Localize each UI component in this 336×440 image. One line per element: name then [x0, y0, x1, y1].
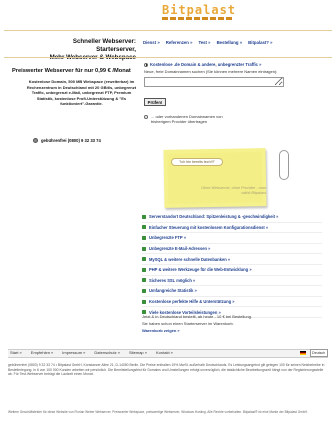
- footer-navigation: Start » Empfehlen » Impressum » Datensch…: [10, 350, 173, 355]
- feature-item[interactable]: MySQL & weitere schnelle Datenbanken »: [142, 254, 322, 265]
- top-navigation: Dienst » Referenzen » Test » Bestellung …: [143, 40, 273, 45]
- checkbox-icon: [142, 267, 146, 272]
- feature-label: Unbegrenzte FTP »: [149, 235, 187, 241]
- domain-search-hint: Neue, freie Domainnamen suchen (Sie könn…: [144, 69, 278, 74]
- feature-item[interactable]: Einfacher Steuerung mit kostenlosem Konf…: [142, 223, 322, 234]
- nav-item-dienst[interactable]: Dienst »: [143, 40, 160, 45]
- footer-info: gebührenfrei (0800) 9 32 33 74 • Bitpala…: [8, 363, 325, 377]
- feature-list: Serverstandort Deutschland: Spitzenleist…: [142, 212, 322, 318]
- footer-link-kontakt[interactable]: Kontakt »: [156, 350, 173, 355]
- cart-link[interactable]: Warenkorb zeigen »: [142, 327, 322, 334]
- nav-item-bitpalast[interactable]: Bitpalast? »: [248, 40, 272, 45]
- german-flag-icon[interactable]: [300, 351, 306, 355]
- checkbox-icon: [142, 278, 146, 283]
- option-new-domain-label: Kostenlose .de Domain & andere, unbegren…: [150, 62, 262, 67]
- header-divider: [4, 30, 332, 31]
- radio-new-domain[interactable]: [144, 62, 148, 67]
- footer-link-sitemap[interactable]: Sitemap »: [129, 350, 147, 355]
- feature-item[interactable]: PHP & weitere Werkzeuge für die Web-Entw…: [142, 265, 322, 276]
- promo-box: Jetzt & in Deutschland bestellt, ab heut…: [142, 313, 322, 334]
- phone-number[interactable]: gebührenfrei (0800) 9 32 33 74: [41, 138, 101, 143]
- offer-description: Kostenlose Domain, 500 MB Webspace (erwe…: [26, 79, 137, 107]
- checkbox-icon: [142, 235, 146, 240]
- checkbox-icon: [142, 288, 146, 293]
- paperclip-icon: [279, 150, 289, 180]
- feature-item[interactable]: Sicheres SSL möglich »: [142, 276, 322, 287]
- content-divider: [4, 57, 332, 58]
- language-select[interactable]: Deutsch: [310, 349, 328, 357]
- feature-label: MySQL & weitere schnelle Datenbanken »: [149, 256, 231, 262]
- slogan-line2: Mehr Webserver & Webspace: [36, 54, 136, 62]
- checkbox-icon: [142, 257, 146, 262]
- checkbox-icon: [142, 246, 146, 251]
- promo-line2: Sie haben schon einen Starterserver im W…: [142, 321, 234, 326]
- feature-label: Serverstandort Deutschland: Spitzenleist…: [149, 214, 279, 220]
- footer-link-datenschutz[interactable]: Datenschutz »: [94, 350, 120, 355]
- checkbox-icon: [142, 225, 146, 230]
- footer-link-empfehlen[interactable]: Empfehlen »: [31, 350, 53, 355]
- sticky-note-text: Ohne Webserver, ohne Provider - man wähl…: [201, 186, 266, 195]
- feature-item[interactable]: Serverstandort Deutschland: Spitzenleist…: [142, 212, 322, 223]
- feature-label: Sicheres SSL möglich »: [149, 277, 196, 283]
- feature-item[interactable]: Umfangreiche Statistik »: [142, 286, 322, 297]
- feature-item[interactable]: Kostenlose perfekte Hilfe & Unterstützun…: [142, 297, 322, 308]
- radio-transfer-domain[interactable]: [144, 115, 148, 119]
- checkbox-icon: [142, 299, 146, 304]
- feature-label: Unbegrenzte E-Mail-Adressen »: [149, 246, 211, 252]
- footer-link-impressum[interactable]: Impressum »: [62, 350, 85, 355]
- option-transfer-label: ... oder vorhandenen Domainnamen von bis…: [151, 114, 223, 124]
- phone-icon: [33, 138, 38, 143]
- check-domain-button[interactable]: Prüfen!: [144, 98, 166, 106]
- nav-item-test[interactable]: Test »: [198, 40, 210, 45]
- slogan-line1: Schneller Webserver: Starterserver,: [72, 38, 136, 53]
- option-transfer-domain[interactable]: ... oder vorhandenen Domainnamen von bis…: [144, 114, 310, 124]
- copyright-text: Weitere Geschäftsfelder für diese Websit…: [8, 410, 308, 414]
- feature-item[interactable]: Unbegrenzte E-Mail-Adressen »: [142, 244, 322, 255]
- feature-item[interactable]: Unbegrenzte FTP »: [142, 233, 322, 244]
- domain-search-input[interactable]: [144, 77, 284, 87]
- feature-label: Einfacher Steuerung mit kostenlosem Konf…: [149, 224, 269, 230]
- phone-contact: gebührenfrei (0800) 9 32 33 74: [33, 138, 101, 143]
- option-new-domain[interactable]: Kostenlose .de Domain & andere, unbegren…: [144, 62, 310, 67]
- promo-line1: Jetzt & in Deutschland bestellt, ab heut…: [142, 314, 253, 319]
- nav-item-referenzen[interactable]: Referenzen »: [166, 40, 193, 45]
- feature-label: Kostenlose perfekte Hilfe & Unterstützun…: [149, 299, 235, 305]
- feature-label: Umfangreiche Statistik »: [149, 288, 197, 294]
- footer-link-start[interactable]: Start »: [10, 350, 22, 355]
- domain-search-form: Kostenlose .de Domain & andere, unbegren…: [144, 62, 310, 124]
- nav-item-bestellung[interactable]: Bestellung »: [217, 40, 243, 45]
- logo-underline: [162, 17, 234, 20]
- offer-title: Preiswerter Webserver für nur 0,99 € /Mo…: [12, 68, 131, 74]
- slogan: Schneller Webserver: Starterserver, Mehr…: [36, 38, 136, 62]
- bitpalast-logo[interactable]: Bitpalast: [162, 3, 236, 17]
- feature-label: PHP & weitere Werkzeuge für die Web-Entw…: [149, 267, 252, 273]
- speech-bubble: "Ich bin bereits tech!!!": [171, 158, 223, 166]
- checkbox-icon: [142, 214, 146, 219]
